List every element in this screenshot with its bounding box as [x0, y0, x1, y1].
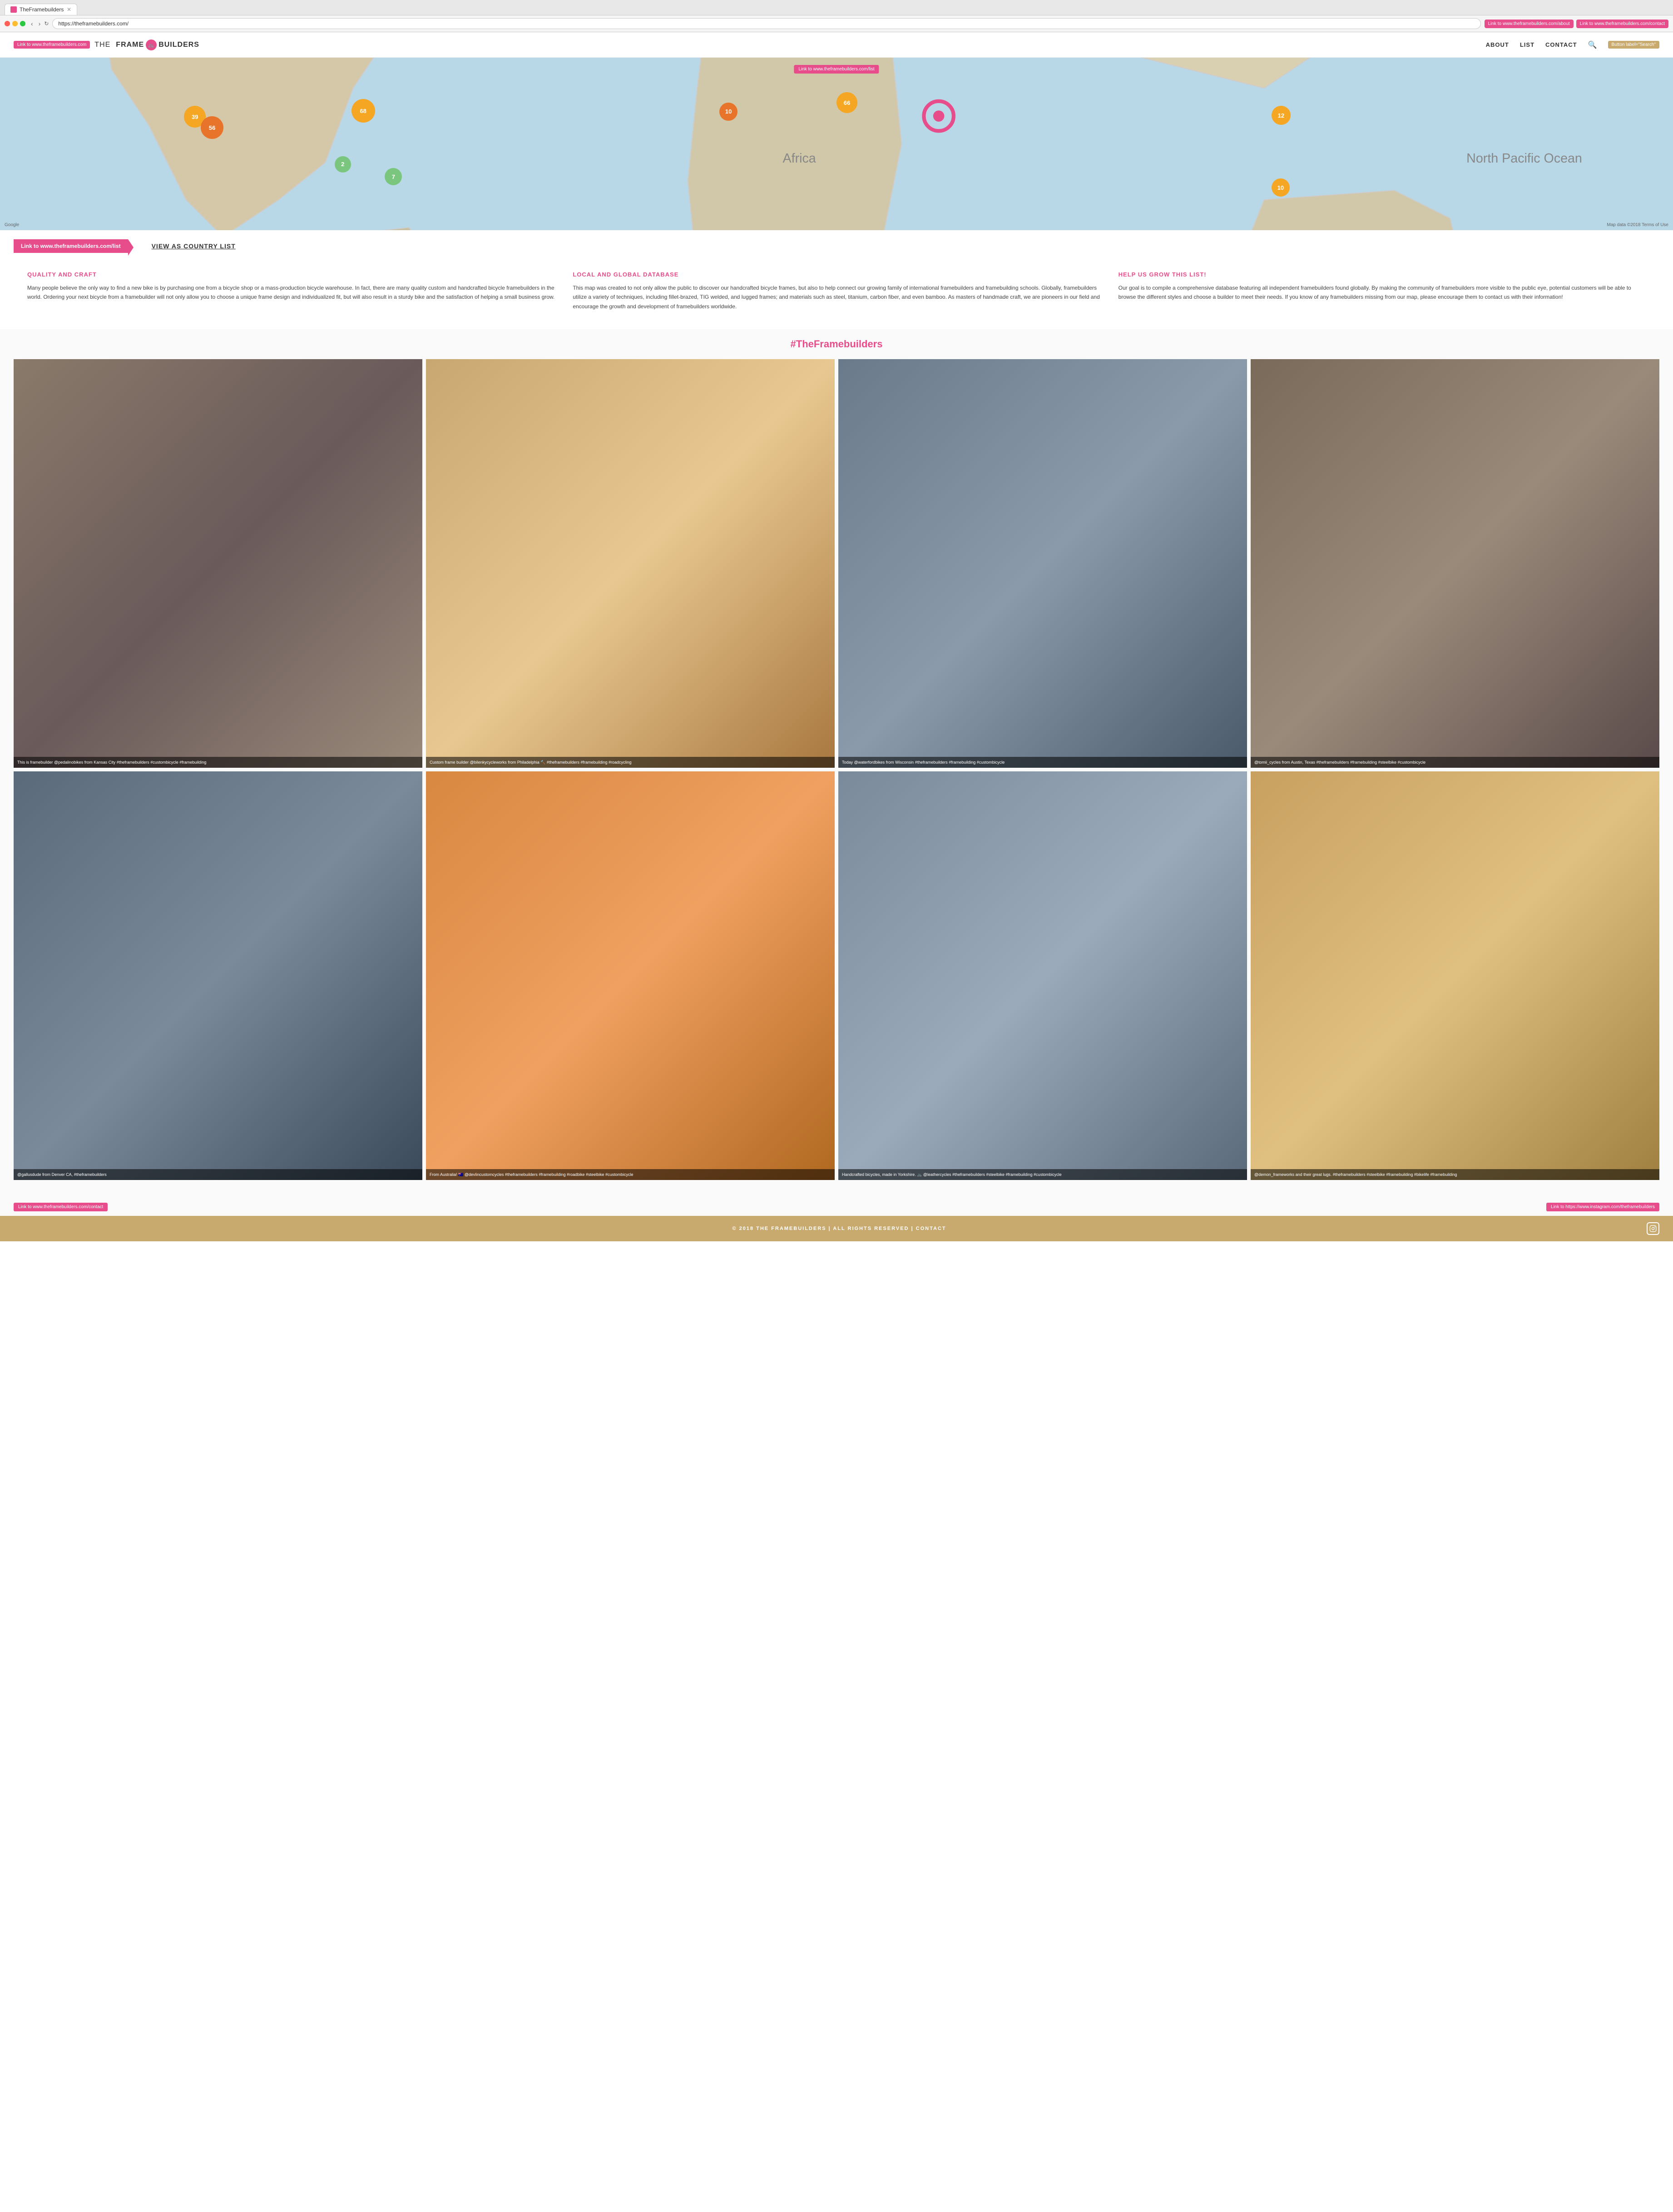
info-database: LOCAL AND GLOBAL DATABASE This map was c… [573, 271, 1100, 311]
nav-about[interactable]: ABOUT [1486, 41, 1509, 48]
info-database-body: This map was created to not only allow t… [573, 283, 1100, 311]
close-button[interactable] [5, 21, 10, 26]
footer-text: © 2018 THE FRAMEBUILDERS | ALL RIGHTS RE… [732, 1226, 946, 1231]
footer-badges: Link to www.theframebuilders.com/contact… [0, 1198, 1673, 1216]
map-cluster-10-eu[interactable]: 10 [719, 103, 738, 121]
map-cluster-10-aus[interactable]: 10 [1272, 178, 1290, 197]
browser-tabs: TheFramebuilders ✕ [5, 4, 1668, 15]
site-header: Link to www.theframebuilders.com THE FRA… [0, 32, 1673, 58]
tab-title: TheFramebuilders [20, 6, 64, 13]
map-section: North America North Atlantic Ocean South… [0, 58, 1673, 230]
traffic-lights [5, 21, 25, 26]
map-list-badge[interactable]: Link to www.theframebuilders.com/list [794, 65, 879, 74]
contact-link-button[interactable]: Link to www.theframebuilders.com/contact [1576, 20, 1668, 28]
info-grow-title: HELP US GROW THIS LIST! [1119, 271, 1646, 278]
search-badge: Button label="Search" [1608, 41, 1659, 49]
site-footer: © 2018 THE FRAMEBUILDERS | ALL RIGHTS RE… [0, 1216, 1673, 1241]
tab-favicon [10, 6, 17, 13]
svg-text:Africa: Africa [783, 151, 816, 166]
info-quality-body: Many people believe the only way to find… [27, 283, 554, 302]
info-grow: HELP US GROW THIS LIST! Our goal is to c… [1119, 271, 1646, 311]
refresh-button[interactable]: ↻ [44, 19, 49, 28]
nav-list[interactable]: LIST [1520, 41, 1534, 48]
map-cluster-56[interactable]: 56 [201, 116, 223, 139]
instagram-item-1[interactable]: Custom frame builder @bilenkycycleworks … [426, 359, 835, 768]
info-sections: QUALITY AND CRAFT Many people believe th… [0, 262, 1673, 329]
info-grow-body: Our goal is to compile a comprehensive d… [1119, 283, 1646, 302]
forward-button[interactable]: › [37, 19, 43, 28]
instagram-caption-0: This is framebuilder @pedalinobikes from… [14, 757, 422, 768]
info-quality-title: QUALITY AND CRAFT [27, 271, 554, 278]
map-terms: Map data ©2018 Terms of Use [1607, 222, 1668, 227]
logo-builders: BUILDERS [158, 41, 199, 49]
map-cluster-66[interactable]: 66 [836, 92, 857, 113]
instagram-caption-6: Handcrafted bicycles, made in Yorkshire.… [838, 1169, 1247, 1180]
maximize-button[interactable] [20, 21, 25, 26]
instagram-item-7[interactable]: @demon_frameworks and their great lugs. … [1251, 771, 1659, 1180]
instagram-section: #TheFramebuilders This is framebuilder @… [0, 329, 1673, 1198]
instagram-item-5[interactable]: From Australia! 🇦🇺 @devlincustomcycles #… [426, 771, 835, 1180]
site-logo[interactable]: THE FRAME 🚲 BUILDERS [94, 40, 199, 50]
instagram-item-2[interactable]: Today @waterfordbikes from Wisconsin #th… [838, 359, 1247, 768]
info-database-title: LOCAL AND GLOBAL DATABASE [573, 271, 1100, 278]
view-list-section: Link to www.theframebuilders.com/list VI… [0, 230, 1673, 262]
map-cluster-12[interactable]: 12 [1272, 106, 1291, 125]
browser-chrome: TheFramebuilders ✕ [0, 0, 1673, 15]
info-quality: QUALITY AND CRAFT Many people believe th… [27, 271, 554, 311]
map-cluster-68[interactable]: 68 [351, 99, 375, 123]
about-link-button[interactable]: Link to www.theframebuilders.com/about [1485, 20, 1574, 28]
logo-the: THE [94, 41, 110, 49]
instagram-caption-5: From Australia! 🇦🇺 @devlincustomcycles #… [426, 1169, 835, 1180]
instagram-caption-2: Today @waterfordbikes from Wisconsin #th… [838, 757, 1247, 768]
view-list-button[interactable]: Link to www.theframebuilders.com/list [14, 239, 128, 253]
logo-frame: FRAME [116, 41, 144, 49]
site-nav: ABOUT LIST CONTACT 🔍 Button label="Searc… [1486, 40, 1659, 49]
instagram-grid: This is framebuilder @pedalinobikes from… [14, 359, 1659, 1180]
instagram-item-6[interactable]: Handcrafted bicycles, made in Yorkshire.… [838, 771, 1247, 1180]
svg-text:North Pacific Ocean: North Pacific Ocean [1466, 151, 1582, 166]
logo-icon: 🚲 [146, 40, 157, 50]
instagram-footer-icon[interactable] [1647, 1222, 1659, 1235]
address-bar[interactable] [52, 18, 1480, 29]
search-icon[interactable]: 🔍 [1588, 40, 1597, 49]
minimize-button[interactable] [12, 21, 18, 26]
instagram-item-4[interactable]: @gallusdude from Denver CA, #theframebui… [14, 771, 422, 1180]
view-country-list-link[interactable]: VIEW AS COUNTRY LIST [152, 242, 236, 250]
back-button[interactable]: ‹ [29, 19, 35, 28]
map-credit: Google [5, 222, 19, 227]
footer-contact-badge[interactable]: Link to www.theframebuilders.com/contact [14, 1203, 108, 1211]
map-cluster-2[interactable]: 2 [335, 156, 351, 173]
instagram-caption-3: @tomii_cycles from Austin, Texas #thefra… [1251, 757, 1659, 768]
instagram-item-0[interactable]: This is framebuilder @pedalinobikes from… [14, 359, 422, 768]
world-map-svg: North America North Atlantic Ocean South… [0, 58, 1673, 230]
extension-buttons: Link to www.theframebuilders.com/about L… [1485, 20, 1668, 28]
browser-tab[interactable]: TheFramebuilders ✕ [5, 4, 77, 15]
nav-buttons: ‹ › ↻ [29, 19, 49, 28]
instagram-caption-7: @demon_frameworks and their great lugs. … [1251, 1169, 1659, 1180]
browser-toolbar: ‹ › ↻ Link to www.theframebuilders.com/a… [0, 15, 1673, 32]
instagram-title: #TheFramebuilders [14, 338, 1659, 350]
instagram-caption-1: Custom frame builder @bilenkycycleworks … [426, 757, 835, 768]
home-link-badge[interactable]: Link to www.theframebuilders.com [14, 41, 90, 49]
instagram-caption-4: @gallusdude from Denver CA, #theframebui… [14, 1169, 422, 1180]
instagram-item-3[interactable]: @tomii_cycles from Austin, Texas #thefra… [1251, 359, 1659, 768]
tab-close-button[interactable]: ✕ [67, 6, 71, 13]
nav-contact[interactable]: CONTACT [1545, 41, 1577, 48]
footer-instagram-badge[interactable]: Link to https://www.instagram.com/thefra… [1546, 1203, 1659, 1211]
